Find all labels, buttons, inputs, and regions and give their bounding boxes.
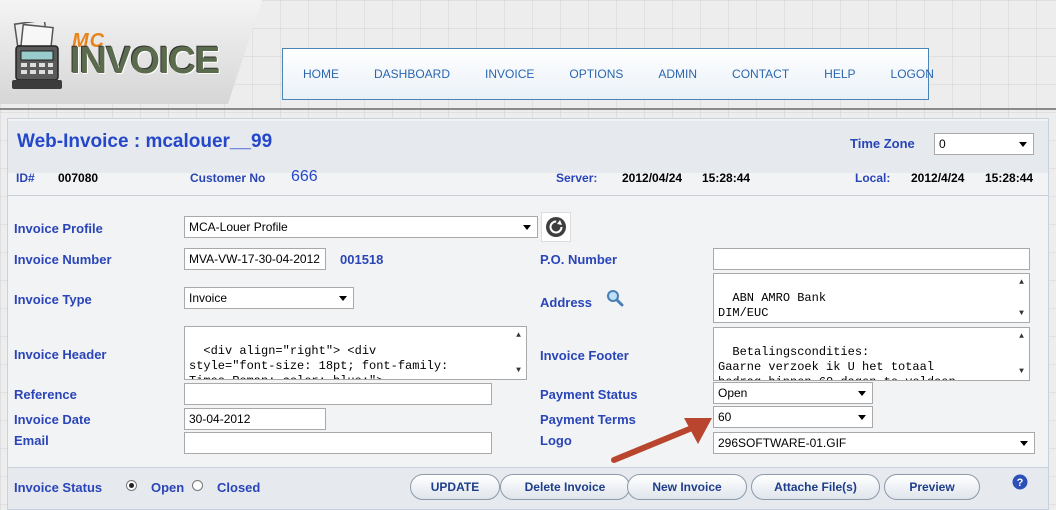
payment-status-value: Open bbox=[718, 386, 748, 400]
payment-terms-select[interactable]: 60 bbox=[713, 406, 873, 428]
customer-no-value: 666 bbox=[291, 168, 318, 185]
delete-invoice-button[interactable]: Delete Invoice bbox=[500, 474, 630, 500]
email-input[interactable] bbox=[184, 432, 492, 454]
logo-invoice-text: INVOICE bbox=[70, 40, 220, 82]
address-label: Address bbox=[540, 295, 593, 310]
invoice-type-select[interactable]: Invoice bbox=[184, 287, 354, 309]
annotation-arrow bbox=[611, 418, 712, 463]
nav-logon[interactable]: LOGON bbox=[891, 67, 934, 81]
nav-options[interactable]: OPTIONS bbox=[569, 67, 623, 81]
reference-label: Reference bbox=[14, 387, 77, 402]
invoice-type-label: Invoice Type bbox=[14, 292, 92, 307]
po-number-input[interactable] bbox=[713, 248, 1030, 270]
server-time: 15:28:44 bbox=[702, 171, 751, 185]
invoice-header-value: <div align="right"> <div style="font-siz… bbox=[189, 344, 449, 379]
main-nav: HOME DASHBOARD INVOICE OPTIONS ADMIN CON… bbox=[282, 48, 934, 100]
preview-button[interactable]: Preview bbox=[884, 474, 980, 500]
refresh-button[interactable] bbox=[541, 212, 571, 242]
local-time: 15:28:44 bbox=[985, 171, 1034, 185]
address-value: ABN AMRO Bank DIM/EUC Gabriella Vuure-Ve… bbox=[718, 291, 905, 322]
payment-status-select[interactable]: Open bbox=[713, 382, 873, 404]
status-closed-radio[interactable] bbox=[192, 480, 203, 491]
timezone-select[interactable]: 0 bbox=[934, 133, 1034, 155]
chevron-down-icon bbox=[523, 224, 531, 230]
status-open-label[interactable]: Open bbox=[151, 480, 184, 495]
invoice-date-input[interactable] bbox=[184, 408, 326, 430]
id-value: 007080 bbox=[58, 171, 99, 185]
nav-help[interactable]: HELP bbox=[824, 67, 855, 81]
nav-home[interactable]: HOME bbox=[303, 67, 339, 81]
payment-status-label: Payment Status bbox=[540, 387, 638, 402]
invoice-status-label: Invoice Status bbox=[14, 480, 103, 495]
refresh-icon bbox=[546, 217, 566, 237]
customer-no-label: Customer No bbox=[190, 171, 266, 185]
invoice-date-label: Invoice Date bbox=[14, 412, 91, 427]
invoice-header-label: Invoice Header bbox=[14, 347, 107, 362]
logo-value: 296SOFTWARE-01.GIF bbox=[718, 436, 847, 450]
id-label: ID# bbox=[16, 171, 35, 185]
invoice-footer-textarea[interactable]: Betalingscondities: Gaarne verzoek ik U … bbox=[713, 327, 1030, 381]
logo-label: Logo bbox=[540, 433, 572, 448]
payment-terms-value: 60 bbox=[718, 410, 732, 424]
chevron-down-icon bbox=[1020, 440, 1028, 446]
invoice-profile-label: Invoice Profile bbox=[14, 221, 103, 236]
chevron-down-icon bbox=[858, 390, 866, 396]
magnifier-icon[interactable] bbox=[606, 289, 624, 307]
new-invoice-button[interactable]: New Invoice bbox=[627, 474, 747, 500]
timezone-label: Time Zone bbox=[850, 136, 915, 151]
info-divider bbox=[8, 195, 1048, 196]
page-title: Web-Invoice : mcalouer__99 bbox=[17, 131, 273, 152]
help-icon[interactable]: ? bbox=[1012, 474, 1028, 490]
status-closed-label[interactable]: Closed bbox=[217, 480, 260, 495]
scrollbar[interactable]: ▲ ▼ bbox=[512, 328, 525, 378]
po-number-label: P.O. Number bbox=[540, 252, 618, 267]
scrollbar[interactable]: ▲ ▼ bbox=[1015, 275, 1028, 321]
nav-dashboard[interactable]: DASHBOARD bbox=[374, 67, 450, 81]
header-divider bbox=[0, 108, 1056, 110]
chevron-down-icon bbox=[339, 295, 347, 301]
chevron-down-icon bbox=[858, 414, 866, 420]
invoice-footer-value: Betalingscondities: Gaarne verzoek ik U … bbox=[718, 345, 956, 380]
chevron-down-icon bbox=[1019, 141, 1027, 147]
invoice-number-label: Invoice Number bbox=[14, 252, 112, 267]
email-label: Email bbox=[14, 433, 49, 448]
svg-text:?: ? bbox=[1017, 477, 1024, 489]
update-button[interactable]: UPDATE bbox=[410, 474, 500, 500]
invoice-footer-label: Invoice Footer bbox=[540, 348, 629, 363]
nav-admin[interactable]: ADMIN bbox=[658, 67, 697, 81]
invoice-profile-value: MCA-Louer Profile bbox=[189, 220, 288, 234]
invoice-number-suffix: 001518 bbox=[340, 252, 384, 267]
attach-files-button[interactable]: Attache File(s) bbox=[751, 474, 880, 500]
server-label: Server: bbox=[556, 171, 598, 185]
invoice-type-value: Invoice bbox=[189, 291, 228, 305]
invoice-number-input[interactable] bbox=[184, 248, 326, 270]
cash-register-icon bbox=[12, 22, 62, 89]
nav-contact[interactable]: CONTACT bbox=[732, 67, 789, 81]
invoice-header-textarea[interactable]: <div align="right"> <div style="font-siz… bbox=[184, 326, 527, 380]
timezone-value: 0 bbox=[939, 137, 946, 151]
address-textarea[interactable]: ABN AMRO Bank DIM/EUC Gabriella Vuure-Ve… bbox=[713, 273, 1030, 323]
scrollbar[interactable]: ▲ ▼ bbox=[1015, 329, 1028, 379]
reference-input[interactable] bbox=[184, 383, 492, 405]
local-date: 2012/4/24 bbox=[911, 171, 965, 185]
local-label: Local: bbox=[855, 171, 891, 185]
status-open-radio[interactable] bbox=[126, 480, 137, 491]
nav-invoice[interactable]: INVOICE bbox=[485, 67, 534, 81]
logo-select[interactable]: 296SOFTWARE-01.GIF bbox=[713, 432, 1035, 454]
invoice-profile-select[interactable]: MCA-Louer Profile bbox=[184, 216, 538, 238]
server-date: 2012/04/24 bbox=[622, 171, 683, 185]
